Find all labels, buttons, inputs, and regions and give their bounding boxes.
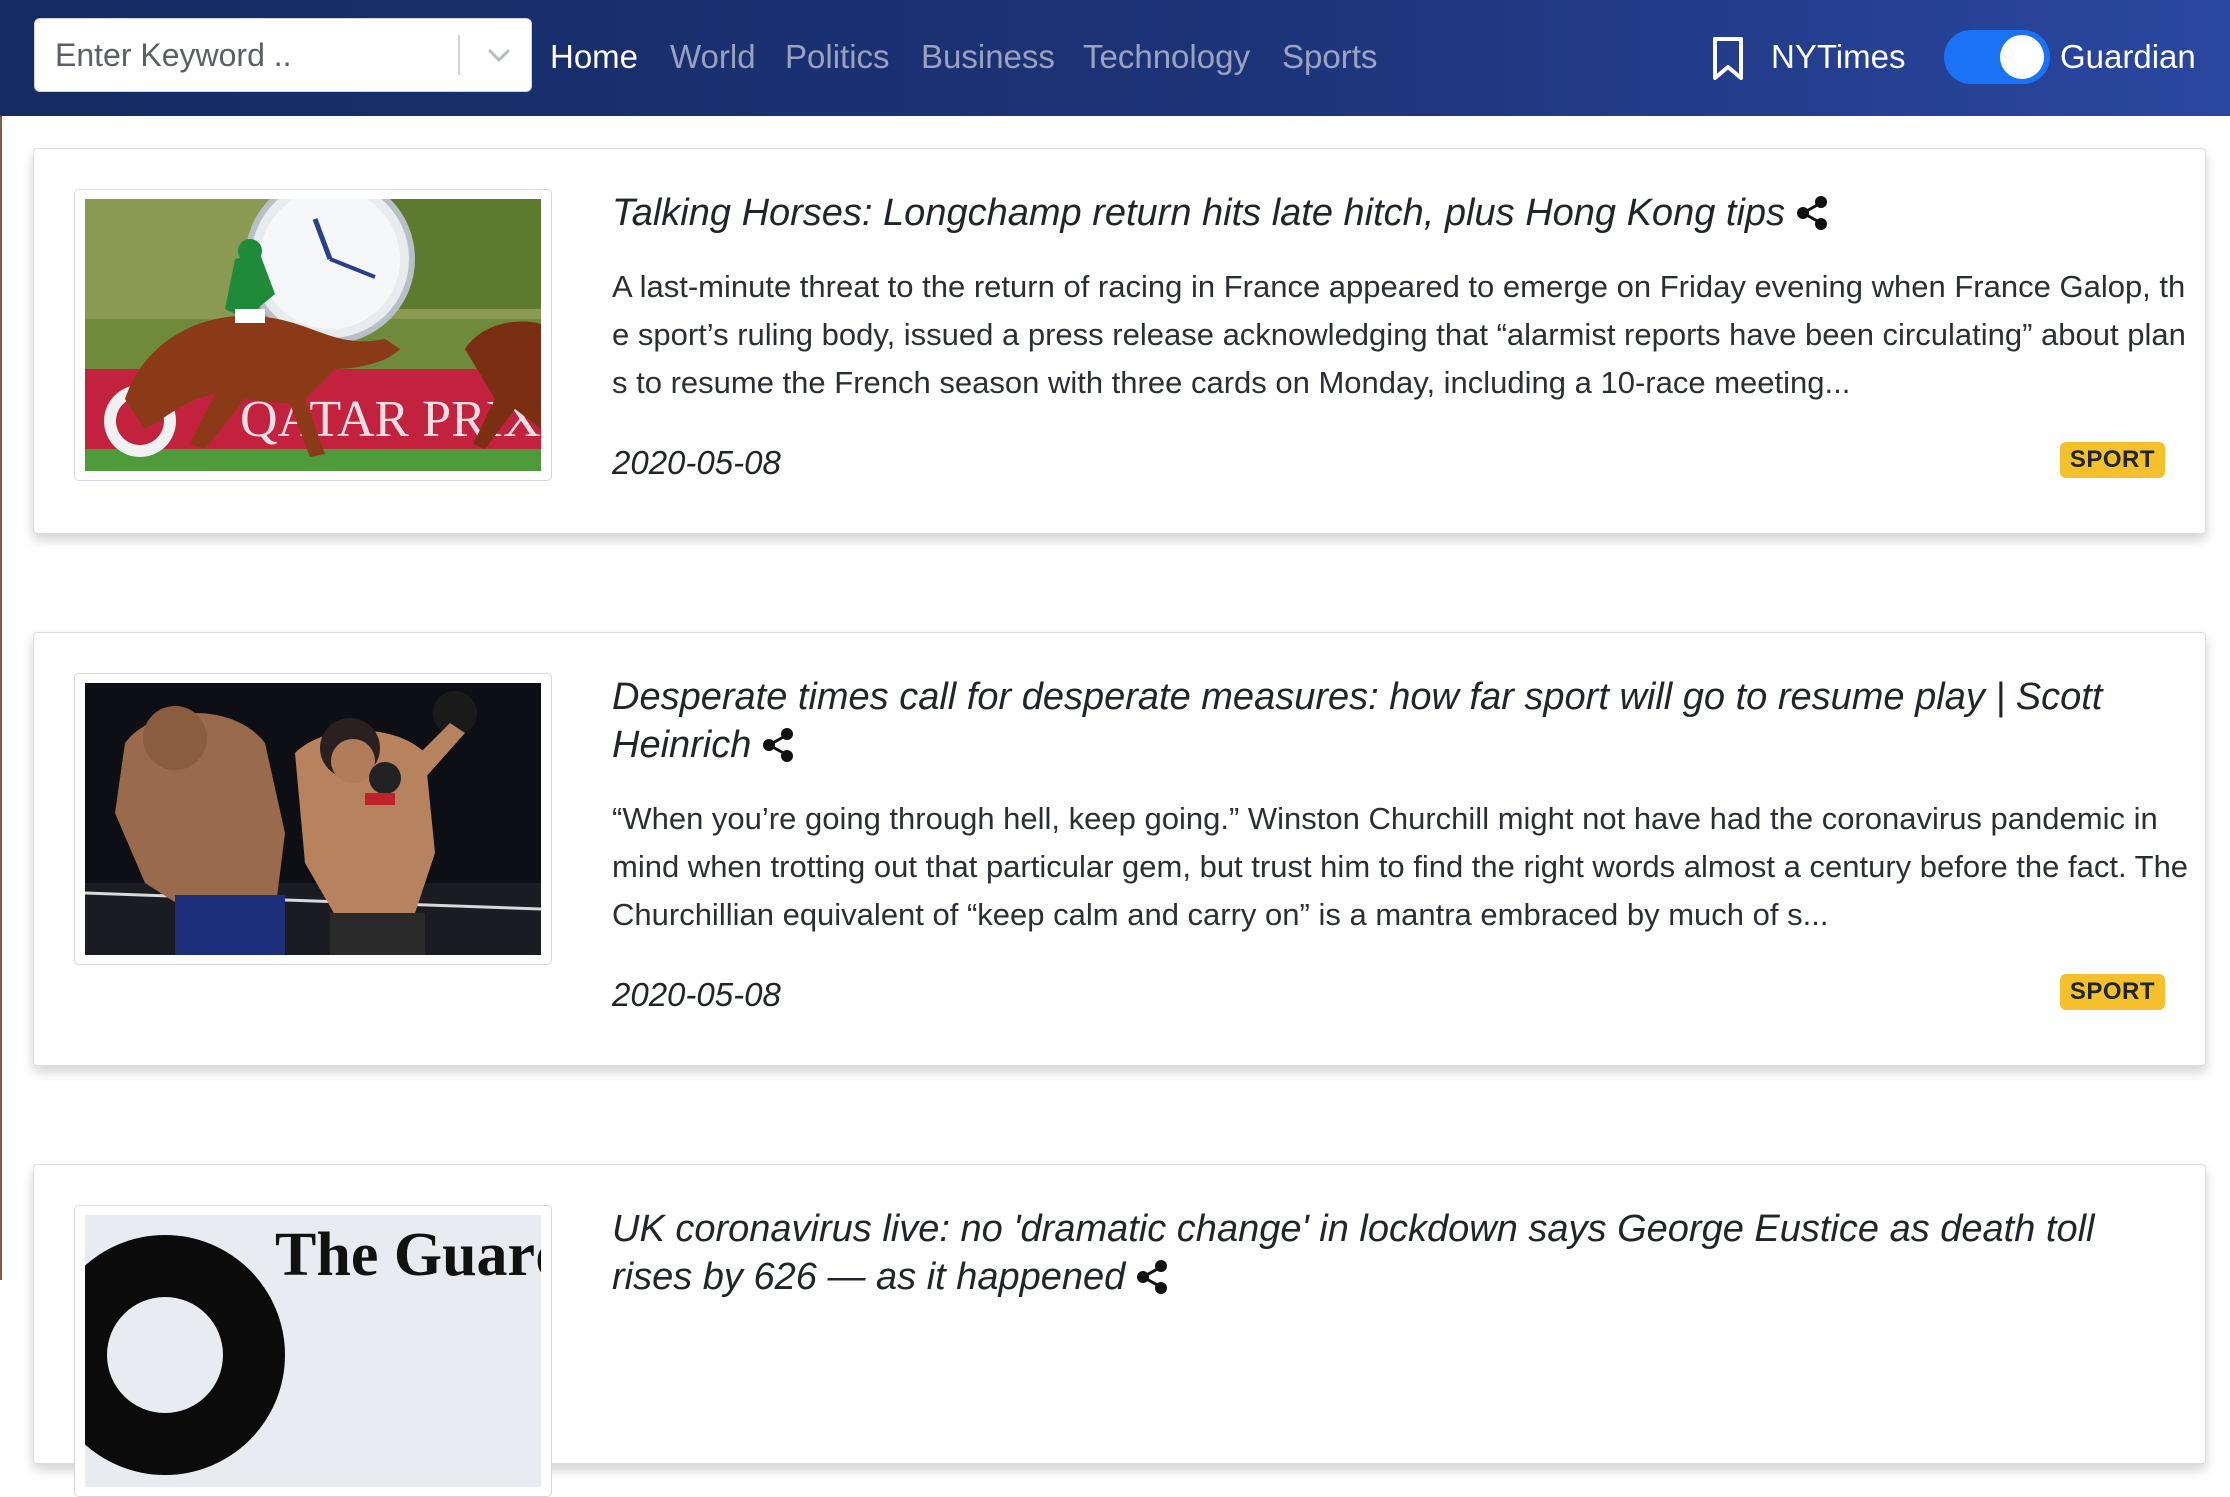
article-thumbnail[interactable] <box>85 683 541 955</box>
nav-sports[interactable]: Sports <box>1282 30 1377 84</box>
chevron-down-icon[interactable] <box>483 39 515 71</box>
article-thumbnail[interactable]: QATAR PRIX DE <box>85 199 541 471</box>
nav-technology[interactable]: Technology <box>1083 30 1250 84</box>
window-edge <box>0 116 2 1280</box>
search-separator <box>458 35 460 75</box>
guardian-logo-image: The Guardian <box>85 1215 541 1487</box>
article-title[interactable]: UK coronavirus live: no 'dramatic change… <box>612 1205 2165 1301</box>
article-title-text[interactable]: Talking Horses: Longchamp return hits la… <box>612 192 1785 234</box>
keyword-search-select[interactable] <box>34 18 532 92</box>
share-icon[interactable] <box>761 727 795 763</box>
bookmark-icon[interactable] <box>1710 36 1746 82</box>
article-thumbnail[interactable]: The Guardian <box>85 1215 541 1487</box>
article-date: 2020-05-08 <box>612 444 781 481</box>
article-title[interactable]: Desperate times call for desperate measu… <box>612 673 2165 769</box>
article-card[interactable]: QATAR PRIX DE Talking Horses: Longchamp … <box>33 148 2206 534</box>
article-card[interactable]: Desperate times call for desperate measu… <box>33 632 2206 1066</box>
article-description: “When you’re going through hell, keep go… <box>612 801 2189 932</box>
source-label-guardian: Guardian <box>2060 38 2196 75</box>
source-label-nytimes: NYTimes <box>1771 38 1906 75</box>
horse-racing-image: QATAR PRIX DE <box>85 199 541 471</box>
source-toggle-switch[interactable] <box>1944 30 2050 84</box>
share-icon[interactable] <box>1135 1259 1169 1295</box>
section-badge: SPORT <box>2059 442 2165 478</box>
article-title[interactable]: Talking Horses: Longchamp return hits la… <box>612 189 2165 237</box>
article-description: A last-minute threat to the return of ra… <box>612 269 2186 400</box>
article-card[interactable]: The Guardian UK coronavirus live: no 'dr… <box>33 1164 2206 1497</box>
share-icon[interactable] <box>1795 195 1829 231</box>
article-thumbnail-frame: QATAR PRIX DE <box>74 189 552 481</box>
top-navbar: Home World Politics Business Technology … <box>0 0 2230 116</box>
article-thumbnail-frame: The Guardian <box>74 1205 552 1497</box>
article-date: 2020-05-08 <box>612 976 781 1013</box>
article-title-text[interactable]: Desperate times call for desperate measu… <box>612 676 2102 766</box>
article-thumbnail-frame <box>74 673 552 965</box>
nav-world[interactable]: World <box>670 30 756 84</box>
mma-fight-image <box>85 683 541 955</box>
section-badge: SPORT <box>2059 974 2165 1010</box>
toggle-knob <box>2000 35 2044 79</box>
search-input[interactable] <box>55 19 475 91</box>
nav-business[interactable]: Business <box>921 30 1055 84</box>
nav-home[interactable]: Home <box>550 30 638 84</box>
nav-politics[interactable]: Politics <box>785 30 890 84</box>
image-logo-text: The Guardian <box>275 1221 541 1289</box>
article-title-text[interactable]: UK coronavirus live: no 'dramatic change… <box>612 1208 2094 1298</box>
